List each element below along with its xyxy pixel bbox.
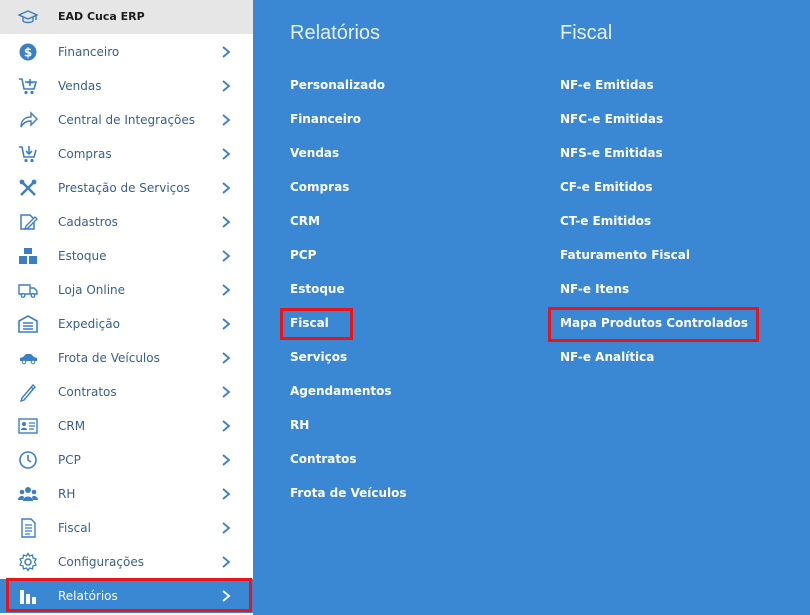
- relatorios-link-financeiro[interactable]: Financeiro: [290, 112, 361, 126]
- relatorios-link-estoque[interactable]: Estoque: [290, 282, 345, 296]
- sidebar-item-cadastros[interactable]: Cadastros: [0, 205, 253, 239]
- graduation-cap-icon: [17, 7, 39, 27]
- sidebar-item-label: Compras: [58, 147, 112, 161]
- warehouse-icon: [18, 314, 38, 334]
- relatorios-link-pcp[interactable]: PCP: [290, 248, 316, 262]
- chevron-right-icon: [219, 44, 233, 60]
- svg-text:$: $: [24, 46, 32, 60]
- sidebar-item-label: Prestação de Serviços: [58, 181, 190, 195]
- app-title: EAD Cuca ERP: [58, 10, 145, 23]
- sidebar-item-label: Fiscal: [58, 521, 91, 535]
- relatorios-heading: Relatórios: [290, 22, 381, 44]
- sidebar-item-label: Expedição: [58, 317, 120, 331]
- sidebar-item-central-de-integracoes[interactable]: Central de Integrações: [0, 103, 253, 137]
- sidebar: EAD Cuca ERP $ Financeiro Vendas Central de…: [0, 0, 253, 615]
- sidebar-item-loja-online[interactable]: Loja Online: [0, 273, 253, 307]
- chevron-right-icon: [219, 418, 233, 434]
- fiscal-link-faturamento-fiscal[interactable]: Faturamento Fiscal: [560, 248, 690, 262]
- sidebar-item-label: Financeiro: [58, 45, 120, 59]
- sidebar-item-label: CRM: [58, 419, 86, 433]
- sidebar-item-label: Cadastros: [58, 215, 118, 229]
- sidebar-item-relatorios[interactable]: Relatórios: [0, 579, 253, 613]
- relatorios-link-personalizado[interactable]: Personalizado: [290, 78, 385, 92]
- tools-icon: [18, 178, 38, 198]
- dollar-circle-icon: $: [18, 42, 38, 62]
- sidebar-item-label: Configurações: [58, 555, 144, 569]
- relatorios-link-servicos[interactable]: Serviços: [290, 350, 347, 364]
- cart-download-icon: [18, 144, 38, 164]
- chevron-right-icon: [219, 384, 233, 400]
- edit-icon: [18, 212, 38, 232]
- chevron-right-icon: [219, 78, 233, 94]
- chevron-right-icon: [219, 588, 233, 604]
- chevron-right-icon: [219, 180, 233, 196]
- fiscal-link-nf-e-analitica[interactable]: NF-e Analítica: [560, 350, 654, 364]
- boxes-icon: [18, 246, 38, 266]
- pen-icon: [18, 382, 38, 402]
- clock-icon: [18, 450, 38, 470]
- sidebar-item-financeiro[interactable]: $ Financeiro: [0, 35, 253, 69]
- sidebar-item-configuracoes[interactable]: Configurações: [0, 545, 253, 579]
- id-card-icon: [18, 416, 38, 436]
- sidebar-item-label: Vendas: [58, 79, 102, 93]
- chevron-right-icon: [219, 248, 233, 264]
- relatorios-link-contratos[interactable]: Contratos: [290, 452, 356, 466]
- chevron-right-icon: [219, 486, 233, 502]
- chevron-right-icon: [219, 350, 233, 366]
- sidebar-item-label: Central de Integrações: [58, 113, 196, 127]
- fiscal-link-nf-e-emitidas[interactable]: NF-e Emitidas: [560, 78, 654, 92]
- chevron-right-icon: [219, 282, 233, 298]
- sidebar-item-vendas[interactable]: Vendas: [0, 69, 253, 103]
- fiscal-link-nfs-e-emitidas[interactable]: NFS-e Emitidas: [560, 146, 663, 160]
- relatorios-link-compras[interactable]: Compras: [290, 180, 349, 194]
- gear-icon: [18, 552, 38, 572]
- relatorios-link-rh[interactable]: RH: [290, 418, 309, 432]
- sidebar-item-label: RH: [58, 487, 76, 501]
- sidebar-item-label: Loja Online: [58, 283, 126, 297]
- sidebar-item-frota-de-veiculos[interactable]: Frota de Veículos: [0, 341, 253, 375]
- sidebar-header[interactable]: EAD Cuca ERP: [0, 0, 253, 34]
- car-icon: [18, 348, 38, 368]
- sidebar-item-fiscal[interactable]: Fiscal: [0, 511, 253, 545]
- sidebar-item-label: Contratos: [58, 385, 117, 399]
- fiscal-heading: Fiscal: [560, 22, 613, 44]
- document-icon: [18, 518, 38, 538]
- sidebar-item-label: Frota de Veículos: [58, 351, 160, 365]
- relatorios-link-agendamentos[interactable]: Agendamentos: [290, 384, 392, 398]
- sidebar-item-label: Relatórios: [58, 589, 118, 603]
- bar-chart-icon: [18, 586, 38, 606]
- sidebar-item-rh[interactable]: RH: [0, 477, 253, 511]
- chevron-right-icon: [219, 520, 233, 536]
- sidebar-item-label: PCP: [58, 453, 81, 467]
- sidebar-item-compras[interactable]: Compras: [0, 137, 253, 171]
- truck-icon: [18, 280, 38, 300]
- fiscal-link-nfc-e-emitidas[interactable]: NFC-e Emitidas: [560, 112, 663, 126]
- sidebar-item-estoque[interactable]: Estoque: [0, 239, 253, 273]
- chevron-right-icon: [219, 146, 233, 162]
- chevron-right-icon: [219, 112, 233, 128]
- sidebar-item-label: Estoque: [58, 249, 107, 263]
- fiscal-link-ct-e-emitidos[interactable]: CT-e Emitidos: [560, 214, 651, 228]
- chevron-right-icon: [219, 316, 233, 332]
- relatorios-link-vendas[interactable]: Vendas: [290, 146, 339, 160]
- fiscal-link-nf-e-itens[interactable]: NF-e Itens: [560, 282, 629, 296]
- chevron-right-icon: [219, 452, 233, 468]
- relatorios-link-frota-de-veiculos[interactable]: Frota de Veículos: [290, 486, 407, 500]
- users-icon: [18, 484, 38, 504]
- sidebar-item-pcp[interactable]: PCP: [0, 443, 253, 477]
- fiscal-link-cf-e-emitidos[interactable]: CF-e Emitidos: [560, 180, 653, 194]
- chevron-right-icon: [219, 214, 233, 230]
- share-arrow-icon: [18, 110, 38, 130]
- relatorios-link-fiscal[interactable]: Fiscal: [290, 316, 329, 330]
- chevron-right-icon: [219, 554, 233, 570]
- fiscal-link-mapa-produtos-controlados[interactable]: Mapa Produtos Controlados: [560, 316, 748, 330]
- sidebar-item-contratos[interactable]: Contratos: [0, 375, 253, 409]
- sidebar-item-expedicao[interactable]: Expedição: [0, 307, 253, 341]
- sidebar-item-crm[interactable]: CRM: [0, 409, 253, 443]
- cart-add-icon: [18, 76, 38, 96]
- relatorios-link-crm[interactable]: CRM: [290, 214, 320, 228]
- sidebar-item-prestacao-de-servicos[interactable]: Prestação de Serviços: [0, 171, 253, 205]
